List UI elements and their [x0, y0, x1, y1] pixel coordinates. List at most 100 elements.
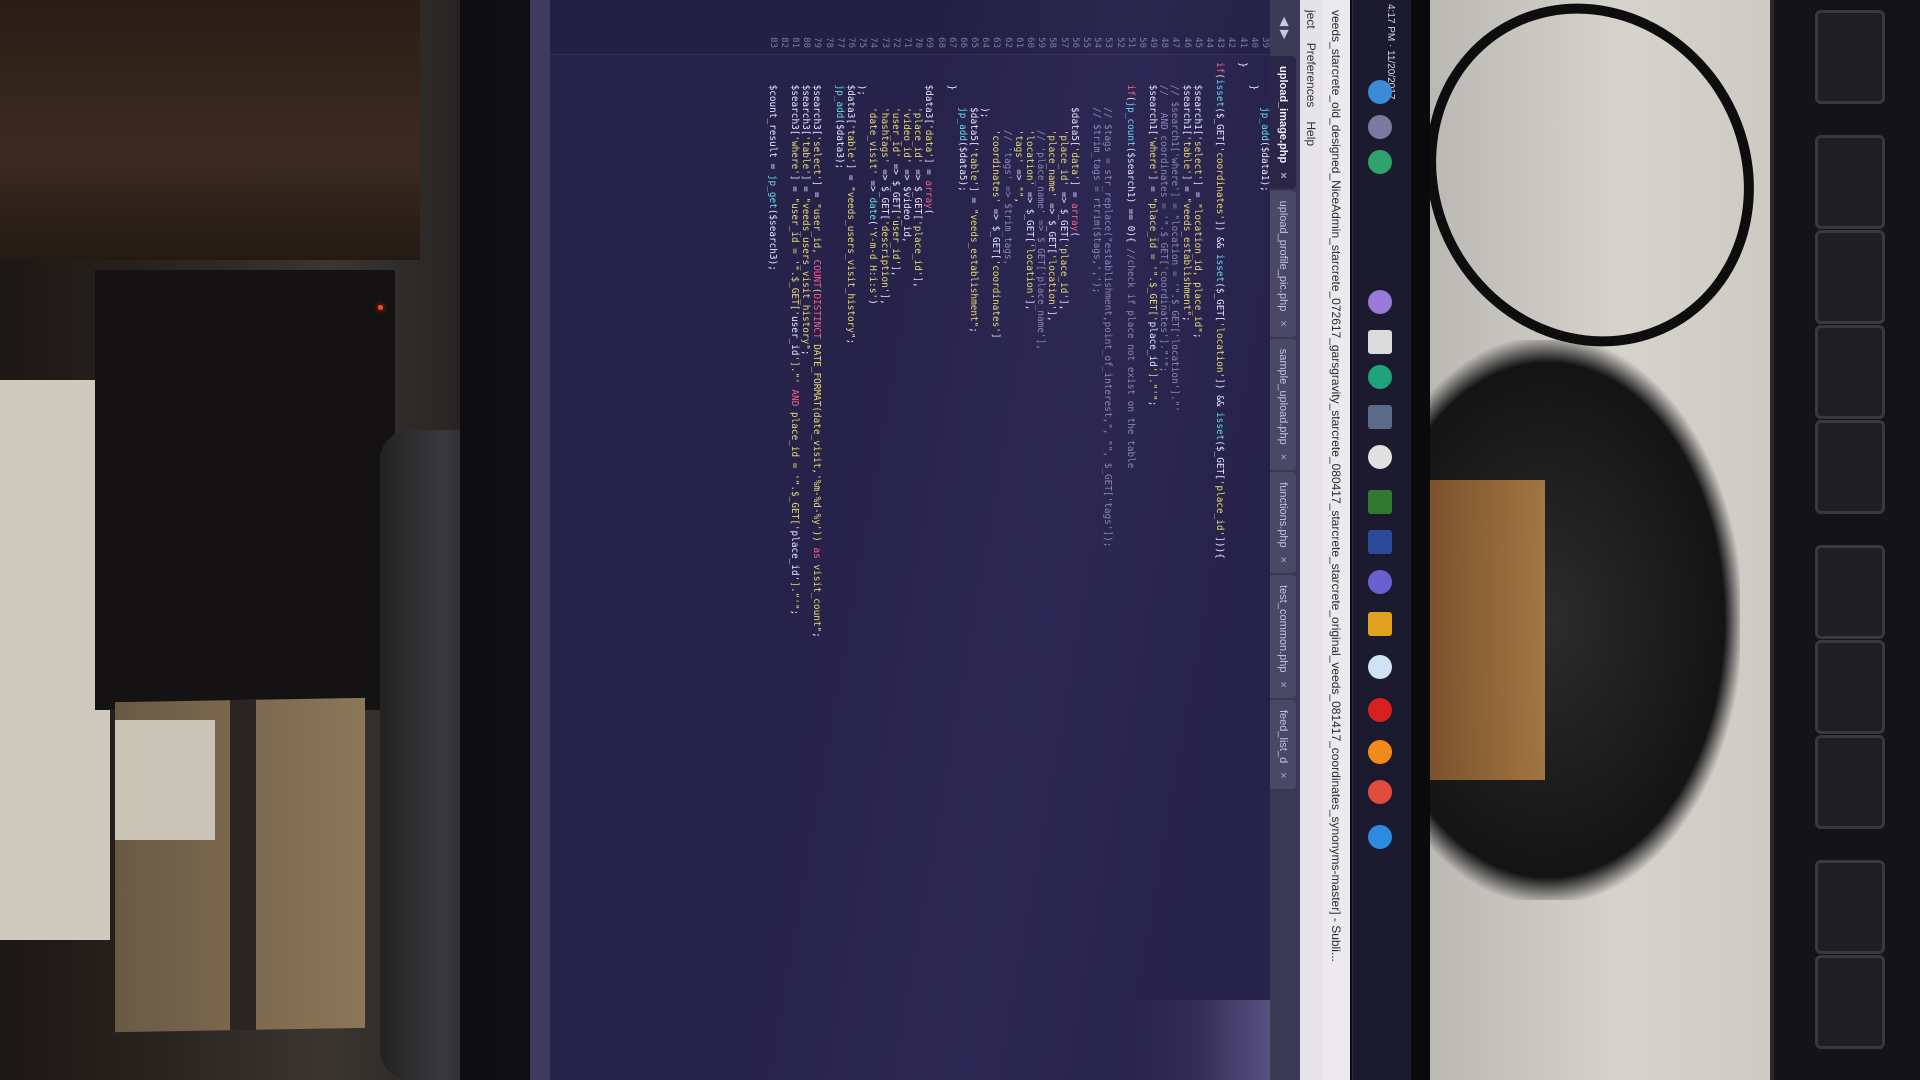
code-line: $data3['table'] = "veeds_users_visit_his…	[845, 62, 857, 345]
line-number: 44	[1204, 37, 1215, 48]
tab-label: functions.php	[1277, 482, 1289, 548]
line-number: 65	[969, 37, 980, 48]
firefox-icon[interactable]	[1368, 740, 1392, 764]
edge-icon[interactable]	[1368, 825, 1392, 849]
line-number: 51	[1125, 37, 1136, 48]
code-line: }	[1236, 62, 1248, 68]
line-number: 46	[1181, 37, 1192, 48]
code-editor[interactable]: 39 40 41 42 43 44 45 46 47 48 49 50 51 52 53 54 55 56 57 58…	[530, 0, 1270, 1080]
menu-item[interactable]: Preferences	[1304, 43, 1318, 108]
network-icon[interactable]	[1368, 80, 1392, 104]
sublime-text-icon[interactable]	[1368, 612, 1392, 636]
line-number: 56	[1069, 37, 1080, 48]
minimap[interactable]	[530, 1000, 1270, 1080]
tab-upload-image-php[interactable]: upload_image.php ×	[1270, 56, 1296, 189]
tab-test-common-php[interactable]: test_common.php ×	[1270, 575, 1296, 698]
keyboard-key	[1815, 640, 1885, 734]
code-line: 'place_id' => $_GET['place_id'],	[912, 107, 924, 288]
tab-sample-upload-php[interactable]: sample_upload.php ×	[1270, 338, 1296, 471]
line-number: 77	[834, 37, 845, 48]
tab-nav-arrows[interactable]: ◀ ▶	[1270, 0, 1300, 56]
line-number: 63	[991, 37, 1002, 48]
tab-label: feed_list_d	[1277, 709, 1289, 764]
volume-icon[interactable]	[1368, 115, 1392, 139]
file-explorer-icon[interactable]	[1368, 405, 1392, 429]
code-line: }	[1247, 62, 1259, 91]
dreamweaver-icon[interactable]	[1368, 490, 1392, 514]
close-icon[interactable]: ×	[1277, 320, 1289, 326]
opera-icon[interactable]	[1368, 698, 1392, 722]
line-number: 80	[801, 37, 812, 48]
viber-icon[interactable]	[1368, 290, 1392, 314]
line-number: 43	[1215, 37, 1226, 48]
line-number: 41	[1237, 37, 1248, 48]
tab-bar: ◀ ▶ upload_image.php× upload_profile_pic.…	[1270, 0, 1300, 1080]
code-line: 'tags' => "",	[1012, 129, 1024, 204]
code-line: 'place_id' => $_GET['place_id'],	[1057, 129, 1069, 311]
tab-label: upload_profile_pic.php	[1277, 200, 1289, 312]
code-area[interactable]: jp_add($data1); }} if(isset($_GET['coord…	[530, 62, 1270, 1072]
code-line: $count_result = jp_get($search3);	[766, 62, 778, 271]
tab-label: sample_upload.php	[1277, 348, 1289, 445]
tab-label: upload_image.php	[1277, 66, 1289, 164]
taskbar-clock[interactable]: 4:17 PM · 11/20/2017	[1352, 0, 1410, 99]
line-number: 45	[1192, 37, 1203, 48]
photo-scene: acer veeds_starcrete_old_designed_NiceAd…	[0, 0, 1920, 1080]
close-icon[interactable]: ×	[1277, 172, 1289, 178]
code-line: }	[945, 62, 957, 91]
code-line: jp_add($data1);	[1259, 107, 1270, 192]
notepad-icon[interactable]	[1368, 330, 1392, 354]
code-line: // AND coordinates = '".$_GET['coordinat…	[1158, 84, 1170, 373]
box-label	[115, 720, 215, 840]
keyboard-key	[1815, 955, 1885, 1049]
line-number: 76	[846, 37, 857, 48]
line-number: 53	[1103, 37, 1114, 48]
line-number: 73	[879, 37, 890, 48]
menu-item[interactable]: ject	[1304, 10, 1318, 29]
line-number: 66	[957, 37, 968, 48]
app-icon-4[interactable]	[1368, 655, 1392, 679]
close-icon[interactable]: ×	[1277, 682, 1289, 688]
tab-functions-php[interactable]: functions.php ×	[1270, 472, 1296, 574]
tab-feed-list-d[interactable]: feed_list_d ×	[1270, 699, 1296, 789]
menu-item[interactable]: Help	[1304, 121, 1318, 146]
code-line: 'place_name' => $_GET['location'],	[1046, 129, 1058, 322]
code-line: 'location' => $_GET['location'],	[1024, 129, 1036, 311]
line-number: 39	[1260, 37, 1270, 48]
desk-object	[1425, 480, 1545, 780]
line-number: 40	[1248, 37, 1259, 48]
photoshop-icon[interactable]	[1368, 530, 1392, 554]
code-line: 'hashtags' => $_GET['description'],	[878, 107, 890, 305]
app-icon-2[interactable]	[1368, 445, 1392, 469]
line-number: 74	[868, 37, 879, 48]
code-line: $search1['where'] = "place_id = '".$_GET…	[1147, 62, 1159, 407]
tray-app-icon[interactable]	[1368, 150, 1392, 174]
line-number: 60	[1025, 37, 1036, 48]
close-icon[interactable]: ×	[1277, 454, 1289, 460]
keyboard-key	[1815, 325, 1885, 419]
app-icon[interactable]	[1368, 365, 1392, 389]
chrome-icon[interactable]	[1368, 780, 1392, 804]
sublime-window: veeds_starcrete_old_designed_NiceAdmin_s…	[530, 0, 1350, 1080]
code-line: // 'place_name' => $_GET['place_name'],	[1035, 129, 1047, 350]
tab-upload-profile-pic-php[interactable]: upload_profile_pic.php ×	[1270, 190, 1296, 337]
clock-time: 4:17 PM	[1385, 4, 1396, 42]
close-icon[interactable]: ×	[1277, 772, 1289, 778]
line-number: 71	[902, 37, 912, 48]
line-number: 68	[935, 37, 946, 48]
cabinet	[95, 270, 395, 710]
line-number: 67	[946, 37, 957, 48]
code-line: 'video_id' => $video_id,	[901, 107, 912, 243]
line-number: 81	[790, 37, 801, 48]
line-number: 47	[1170, 37, 1181, 48]
line-number: 58	[1047, 37, 1058, 48]
close-icon[interactable]: ×	[1277, 557, 1289, 563]
line-number: 70	[913, 37, 924, 48]
line-number: 54	[1092, 37, 1103, 48]
line-number: 50	[1136, 37, 1147, 48]
app-icon-3[interactable]	[1368, 570, 1392, 594]
code-line: $search1['table'] = "veeds_establishment…	[1180, 62, 1192, 322]
